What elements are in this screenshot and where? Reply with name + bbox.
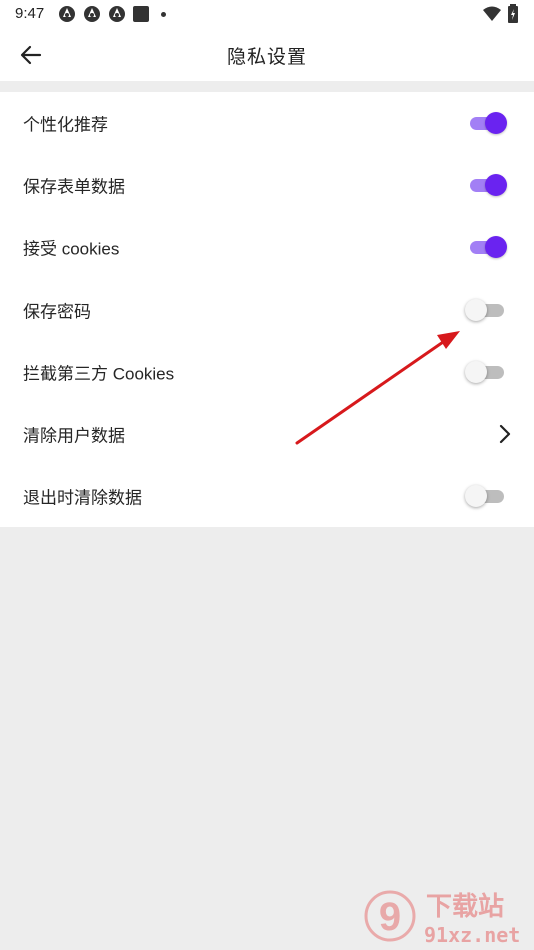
toggle-thumb	[485, 174, 507, 196]
toggle-thumb	[465, 299, 487, 321]
watermark-logo: 9 下载站 91xz.net	[364, 890, 520, 947]
app-notification-icon	[109, 6, 125, 22]
page-title: 隐私设置	[226, 47, 307, 68]
setting-row-save-form-data[interactable]: 保存表单数据	[0, 154, 534, 216]
square-icon	[133, 6, 149, 22]
toggle-thumb	[465, 361, 487, 383]
block-third-party-cookies-toggle[interactable]	[465, 359, 511, 385]
app-bar: 隐私设置	[0, 28, 534, 81]
setting-label: 接受 cookies	[23, 239, 120, 259]
battery-icon	[508, 4, 518, 23]
toggle-thumb	[465, 485, 487, 507]
setting-label: 保存密码	[23, 302, 91, 322]
setting-row-clear-user-data[interactable]: 清除用户数据	[0, 403, 534, 465]
setting-row-clear-data-on-exit[interactable]: 退出时清除数据	[0, 465, 534, 527]
watermark-logo-text: 9	[379, 895, 401, 939]
app-notification-icon	[84, 6, 100, 22]
accept-cookies-toggle[interactable]	[467, 234, 511, 260]
setting-label: 个性化推荐	[23, 115, 108, 135]
settings-list: 个性化推荐 保存表单数据 接受 cookies 保存密码 拦截第三方 Cooki…	[0, 92, 534, 527]
save-form-data-toggle[interactable]	[467, 172, 511, 198]
setting-row-accept-cookies[interactable]: 接受 cookies	[0, 216, 534, 278]
app-notification-icon	[59, 6, 75, 22]
setting-row-personalized-recommendation[interactable]: 个性化推荐	[0, 92, 534, 154]
watermark-name: 下载站	[426, 892, 504, 922]
status-time: 9:47	[15, 5, 45, 22]
setting-label: 保存表单数据	[23, 177, 125, 197]
setting-label: 清除用户数据	[23, 426, 125, 446]
dot-icon	[161, 12, 166, 17]
save-password-toggle[interactable]	[465, 297, 511, 323]
toggle-thumb	[485, 112, 507, 134]
clear-data-on-exit-toggle[interactable]	[465, 483, 511, 509]
setting-row-block-third-party-cookies[interactable]: 拦截第三方 Cookies	[0, 341, 534, 403]
status-bar: 9:47	[0, 0, 534, 28]
chevron-right-icon	[499, 424, 511, 444]
personalized-recommendation-toggle[interactable]	[467, 110, 511, 136]
setting-label: 拦截第三方 Cookies	[23, 364, 175, 384]
wifi-icon	[483, 6, 501, 21]
setting-row-save-password[interactable]: 保存密码	[0, 279, 534, 341]
toggle-thumb	[485, 236, 507, 258]
setting-label: 退出时清除数据	[23, 488, 142, 508]
watermark-domain: 91xz.net	[424, 923, 520, 947]
